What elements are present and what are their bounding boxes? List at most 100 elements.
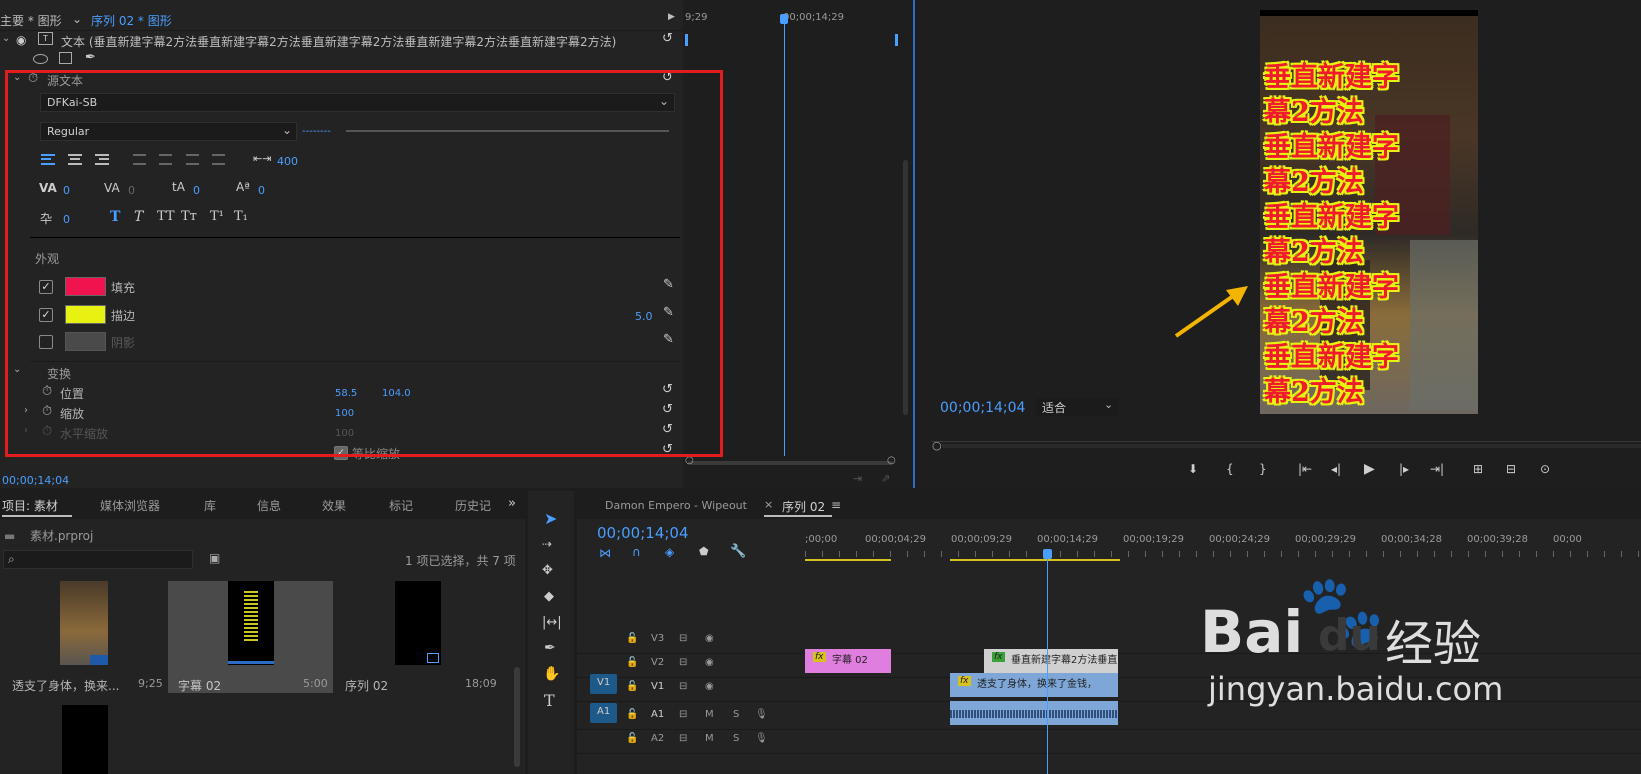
new-bin-icon[interactable]: ▣ [209,551,220,565]
work-area-bar[interactable] [950,559,1120,561]
mark-in-icon[interactable]: { [1226,462,1234,476]
leading-value[interactable]: 0 [193,184,200,197]
project-tab[interactable]: 历史记 [455,497,491,514]
justify-all-icon[interactable] [212,154,225,165]
play-triangle-icon[interactable]: ▶ [668,12,675,22]
pen-tool-icon[interactable]: ✒ [544,640,556,656]
track-header[interactable]: 🔓 V1 ⊟ ◉ [617,679,805,699]
mark-out-icon[interactable]: } [1259,462,1267,476]
go-to-out-icon[interactable]: ⇥| [1430,462,1444,476]
reset-icon[interactable]: ↺ [662,31,673,46]
sync-icon[interactable]: ⊟ [679,657,687,668]
uniform-scale-checkbox[interactable]: ✓ [334,446,348,460]
align-center-icon[interactable] [68,154,82,165]
snap-icon[interactable]: ⋈ [599,546,611,560]
hand-tool-icon[interactable]: ✋ [543,666,560,682]
horizontal-scale-value[interactable]: 100 [335,428,354,439]
clip-graphic-text[interactable]: fx 垂直新建字幕2方法垂直 [984,649,1118,673]
go-to-in-icon[interactable]: |⇤ [1298,462,1312,476]
small-caps-icon[interactable]: Tᴛ [181,209,197,224]
sync-icon[interactable]: ⊟ [679,633,687,644]
eye-icon[interactable]: ◉ [705,681,714,692]
clip-audio[interactable] [950,701,1118,725]
work-area-bar[interactable] [805,559,891,561]
track-header[interactable]: 🔓 A2 ⊟ M S 🎙 [617,731,805,751]
track-header[interactable]: 🔓 V3 ⊟ ◉ [617,631,805,651]
eye-icon[interactable]: ◉ [705,657,714,668]
eye-icon[interactable]: ◉ [16,33,26,47]
program-timecode[interactable]: 00;00;14;04 [940,400,1025,416]
eyedropper-icon[interactable]: ✎ [663,305,674,320]
add-marker-timeline-icon[interactable]: ◈ [665,545,674,559]
stopwatch-icon[interactable]: ⏱ [42,404,52,419]
faux-italic-icon[interactable]: T [134,209,143,225]
mini-playhead-handle[interactable] [780,14,788,24]
sync-icon[interactable]: ⊟ [679,681,687,692]
timeline-timecode[interactable]: 00;00;14;04 [597,524,689,542]
export-icon[interactable]: ⇗ [881,472,890,485]
project-item[interactable]: 序列 02 18;09 [335,581,500,693]
lift-icon[interactable]: ⊞ [1473,462,1483,476]
clip-title-02[interactable]: fx 字幕 02 [805,649,891,673]
stroke-checkbox[interactable]: ✓ [39,308,53,322]
more-tabs-icon[interactable]: » [508,496,516,511]
reset-icon[interactable]: ↺ [662,70,673,85]
linked-selection-icon[interactable]: ∩ [632,545,641,559]
program-scroll-bar[interactable] [942,444,1641,448]
mini-zoom-bar[interactable] [688,461,893,465]
shadow-checkbox[interactable] [39,335,53,349]
mute-button[interactable]: M [705,733,714,744]
timeline-playhead[interactable] [1043,549,1052,559]
play-icon[interactable]: ▶ [1364,461,1375,477]
ripple-edit-tool-icon[interactable]: ✥ [542,563,553,578]
slip-tool-icon[interactable]: |↔| [542,615,562,630]
project-tab[interactable]: 库 [204,497,216,514]
project-search-input[interactable]: ⌕ [3,550,193,569]
eyedropper-icon[interactable]: ✎ [663,277,674,292]
ellipse-tool-icon[interactable] [33,54,48,64]
subscript-icon[interactable]: T₁ [234,209,248,224]
mic-icon[interactable]: 🎙 [755,709,768,720]
lock-icon[interactable]: 🔓 [626,681,638,692]
step-forward-icon[interactable]: |▸ [1399,462,1409,476]
scale-value[interactable]: 100 [335,408,354,419]
zoom-handle-left-icon[interactable]: ○ [685,455,694,466]
tab-main-graphics[interactable]: 主要 * 图形 [0,12,62,29]
tracking-value[interactable]: 0 [128,184,135,197]
project-tab[interactable]: 效果 [322,497,346,514]
fill-color-swatch[interactable] [65,277,106,296]
all-caps-icon[interactable]: TT [157,209,175,224]
font-size-slider[interactable] [346,130,669,132]
sync-icon[interactable]: ⊟ [679,733,687,744]
marker-icon[interactable]: ⬟ [699,545,709,558]
faux-bold-icon[interactable]: T [110,209,120,225]
font-family-dropdown[interactable]: DFKai-SB ⌄ [40,93,675,112]
stroke-color-swatch[interactable] [65,305,106,324]
stopwatch-icon[interactable]: ⏱ [42,424,52,439]
track-header[interactable]: 🔓 V2 ⊟ ◉ [617,655,805,675]
stroke-width-value[interactable]: 5.0 [635,310,653,323]
camera-icon[interactable]: ⊙ [1540,462,1550,476]
razor-tool-icon[interactable]: ◆ [544,589,554,604]
tab-width-value[interactable]: 400 [277,155,298,168]
position-x-value[interactable]: 58.5 [335,388,357,399]
program-video-frame[interactable]: 垂直新建字 幕2方法 垂直新建字 幕2方法 垂直新建字 幕2方法 垂直新建字 幕2方法 垂直新建… [1260,10,1478,414]
track-select-tool-icon[interactable]: ⇢ [542,537,552,551]
mini-scrollbar[interactable] [903,160,908,415]
reset-icon[interactable]: ↺ [662,422,673,437]
project-scrollbar[interactable] [514,667,520,767]
mute-button[interactable]: M [705,709,714,720]
kerning-value[interactable]: 0 [63,184,70,197]
align-right-icon[interactable] [95,154,109,165]
font-style-dropdown[interactable]: Regular ⌄ [40,122,297,141]
timeline-ruler[interactable]: ;00;00 00;00;04;29 00;00;09;29 00;00;14;29 0… [805,531,1641,561]
eye-icon[interactable]: ◉ [705,633,714,644]
collapse-chevron-icon[interactable]: ⌄ [13,72,21,83]
tab-sequence-02[interactable]: 序列 02 [782,498,825,515]
align-left-icon[interactable] [41,154,55,165]
a1-source-patch[interactable]: A1 [590,703,617,723]
zoom-handle-right-icon[interactable]: ○ [887,455,896,466]
render-icon[interactable]: ⇥ [853,472,862,485]
expand-chevron-icon[interactable]: › [24,405,28,416]
fit-dropdown[interactable]: 适合 ⌄ [1036,398,1118,416]
